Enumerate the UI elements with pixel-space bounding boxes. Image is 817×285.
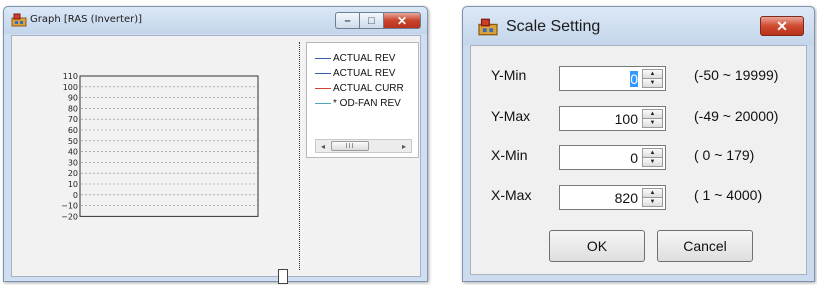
spin-up-button[interactable]: ▲ — [642, 148, 663, 158]
plot-frame — [79, 75, 259, 217]
spin-up-button[interactable]: ▲ — [642, 109, 663, 119]
y-min-range: (-50 ~ 19999) — [694, 67, 779, 83]
close-icon: ✕ — [776, 17, 788, 34]
y-tick-label: 40 — [68, 148, 78, 157]
graph-window: Graph [RAS (Inverter)] – □ ✕ 110 100 90 80 7… — [3, 6, 428, 284]
legend-swatch — [315, 72, 331, 74]
y-tick-label: −10 — [61, 202, 78, 211]
dialog-client-area: Y-Min 0 ▲ ▼ (-50 ~ 19999) Y-Max 100 ▲ ▼ … — [470, 45, 807, 275]
y-tick-label: 60 — [68, 126, 78, 135]
scroll-thumb[interactable]: III — [331, 141, 369, 151]
x-max-spinbox[interactable]: 820 ▲ ▼ — [559, 185, 666, 210]
legend-label: ACTUAL REV — [333, 67, 396, 79]
legend-horizontal-scrollbar[interactable]: ◂ III ▸ — [315, 139, 412, 153]
spin-up-button[interactable]: ▲ — [642, 69, 663, 79]
scale-setting-dialog: Scale Setting ✕ Y-Min 0 ▲ ▼ (-50 ~ 19999… — [462, 6, 815, 282]
x-min-value[interactable]: 0 — [630, 150, 638, 166]
legend-swatch — [315, 102, 331, 104]
legend-label: ACTUAL REV — [333, 52, 396, 64]
y-max-label: Y-Max — [491, 108, 531, 124]
y-tick-label: 80 — [68, 104, 78, 113]
spin-down-button[interactable]: ▼ — [642, 158, 663, 167]
legend-item: * OD-FAN REV — [315, 97, 401, 109]
close-icon: ✕ — [396, 13, 408, 28]
graph-client-area: 110 100 90 80 70 60 50 40 30 20 10 0 −10 −20 ACTUAL R… — [11, 35, 421, 284]
y-min-spinbox[interactable]: 0 ▲ ▼ — [559, 66, 666, 91]
legend-label: * OD-FAN REV — [333, 97, 401, 109]
y-tick-label: 70 — [68, 115, 78, 124]
maximize-button[interactable]: □ — [359, 12, 383, 29]
legend-item: ACTUAL CURR — [315, 82, 404, 94]
x-min-range: ( 0 ~ 179) — [694, 147, 755, 163]
y-max-range: (-49 ~ 20000) — [694, 108, 779, 124]
y-min-value[interactable]: 0 — [630, 71, 638, 87]
y-tick-label: 50 — [68, 137, 78, 146]
minimize-button[interactable]: – — [335, 12, 359, 29]
legend-swatch — [315, 57, 331, 59]
legend-item: ACTUAL REV — [315, 52, 395, 64]
ok-button[interactable]: OK — [549, 230, 645, 262]
graph-title-bar[interactable]: Graph [RAS (Inverter)] – □ ✕ — [4, 7, 427, 34]
app-icon — [478, 18, 498, 36]
cancel-button[interactable]: Cancel — [657, 230, 753, 262]
spin-buttons: ▲ ▼ — [642, 69, 663, 88]
y-tick-label: 110 — [63, 72, 78, 81]
legend-item: ACTUAL REV — [315, 67, 395, 79]
x-max-value[interactable]: 820 — [615, 190, 638, 206]
spin-buttons: ▲ ▼ — [642, 109, 663, 128]
y-max-spinbox[interactable]: 100 ▲ ▼ — [559, 106, 666, 131]
legend-swatch — [315, 87, 331, 89]
legend-label: ACTUAL CURR — [333, 82, 404, 94]
y-max-value[interactable]: 100 — [615, 111, 638, 127]
scroll-left-icon[interactable]: ◂ — [316, 140, 330, 152]
x-max-label: X-Max — [491, 187, 532, 203]
plot-svg: 1101009080706050403020100−10−20 — [61, 72, 259, 221]
y-tick-label: 10 — [68, 180, 78, 189]
dialog-close-button[interactable]: ✕ — [760, 16, 804, 36]
spin-down-button[interactable]: ▼ — [642, 119, 663, 128]
plot-area[interactable]: 110 100 90 80 70 60 50 40 30 20 10 0 −10 −20 — [60, 72, 260, 273]
x-min-spinbox[interactable]: 0 ▲ ▼ — [559, 145, 666, 170]
y-tick-label: 30 — [68, 158, 78, 167]
maximize-icon: □ — [368, 14, 375, 27]
close-button[interactable]: ✕ — [383, 12, 421, 29]
dialog-title-bar[interactable]: Scale Setting ✕ — [463, 7, 814, 45]
y-tick-label: 100 — [63, 83, 78, 92]
y-tick-label: −20 — [61, 212, 78, 221]
x-min-label: X-Min — [491, 147, 528, 163]
spin-buttons: ▲ ▼ — [642, 188, 663, 207]
spin-buttons: ▲ ▼ — [642, 148, 663, 167]
spin-down-button[interactable]: ▼ — [642, 79, 663, 88]
y-tick-label: 90 — [68, 94, 78, 103]
scroll-right-icon[interactable]: ▸ — [397, 140, 411, 152]
y-tick-label: 20 — [68, 169, 78, 178]
dialog-title: Scale Setting — [506, 18, 601, 35]
x-max-range: ( 1 ~ 4000) — [694, 187, 763, 203]
resize-box[interactable] — [278, 269, 288, 284]
spin-up-button[interactable]: ▲ — [642, 188, 663, 198]
graph-window-title: Graph [RAS (Inverter)] — [30, 14, 143, 25]
spin-down-button[interactable]: ▼ — [642, 198, 663, 207]
legend-panel: ACTUAL REV ACTUAL REV ACTUAL CURR * OD-F… — [306, 42, 419, 158]
y-min-label: Y-Min — [491, 67, 527, 83]
app-icon — [11, 13, 27, 27]
panel-splitter[interactable] — [299, 42, 300, 270]
y-tick-label: 0 — [73, 191, 78, 200]
caption-buttons: – □ ✕ — [335, 12, 421, 29]
minimize-icon: – — [344, 14, 351, 27]
